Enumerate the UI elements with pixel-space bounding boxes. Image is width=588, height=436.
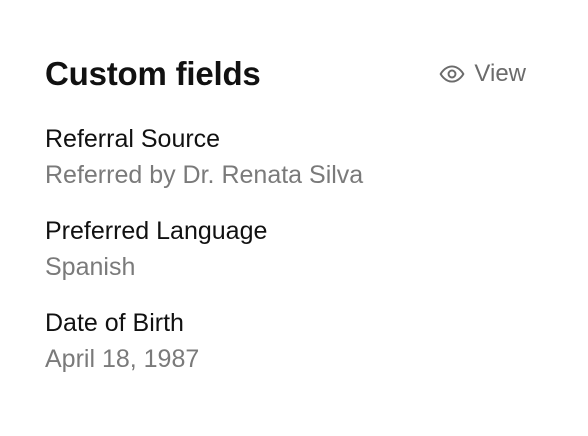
fields-list: Referral Source Referred by Dr. Renata S… <box>45 122 526 398</box>
field-value: April 18, 1987 <box>45 345 200 373</box>
field-date-of-birth: Date of Birth April 18, 1987 <box>45 306 526 378</box>
eye-icon <box>438 60 466 88</box>
custom-fields-panel: Custom fields View Referral Source Refer… <box>0 0 588 436</box>
field-value: Referred by Dr. Renata Silva <box>45 161 364 189</box>
field-label: Date of Birth <box>45 309 184 337</box>
view-button[interactable]: View <box>438 59 526 89</box>
field-preferred-language: Preferred Language Spanish <box>45 214 526 286</box>
field-referral-source: Referral Source Referred by Dr. Renata S… <box>45 122 526 194</box>
section-title: Custom fields <box>45 55 261 92</box>
section-header: Custom fields View <box>45 54 526 94</box>
field-label: Preferred Language <box>45 217 268 245</box>
field-value: Spanish <box>45 253 136 281</box>
view-button-label: View <box>474 60 526 87</box>
field-label: Referral Source <box>45 125 221 153</box>
